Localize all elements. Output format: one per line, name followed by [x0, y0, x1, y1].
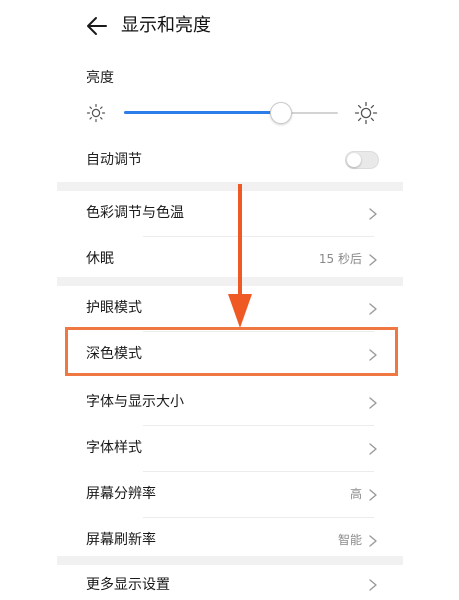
settings-item-label: 色彩调节与色温 — [86, 205, 184, 221]
annotation-arrow-down-icon — [228, 184, 252, 328]
settings-item-font-style[interactable]: 字体样式 — [57, 426, 403, 472]
chevron-right-icon — [369, 303, 377, 315]
settings-item-label: 休眠 — [86, 251, 114, 267]
section-gap — [57, 556, 403, 565]
settings-item-more-display[interactable]: 更多显示设置 — [57, 565, 403, 600]
toggle-knob — [347, 153, 361, 167]
chevron-right-icon — [369, 254, 377, 266]
settings-item-value: 15 秒后 — [318, 252, 362, 266]
brightness-label: 亮度 — [86, 70, 114, 86]
chevron-right-icon — [369, 397, 377, 409]
auto-brightness-toggle[interactable] — [345, 151, 379, 169]
chevron-right-icon — [369, 579, 377, 591]
auto-brightness-label: 自动调节 — [86, 152, 142, 168]
settings-item-label: 字体与显示大小 — [86, 394, 184, 410]
chevron-right-icon — [369, 535, 377, 547]
settings-item-label: 更多显示设置 — [86, 577, 170, 593]
page-title: 显示和亮度 — [121, 15, 211, 36]
chevron-right-icon — [369, 208, 377, 220]
arrow-left-icon — [87, 17, 107, 35]
highlight-box — [65, 327, 398, 376]
settings-item-label: 屏幕分辨率 — [86, 486, 156, 502]
back-button[interactable] — [84, 13, 110, 39]
settings-item-label: 字体样式 — [86, 440, 142, 456]
settings-item-label: 屏幕刷新率 — [86, 532, 156, 548]
slider-fill — [124, 111, 280, 114]
settings-item-font-display-size[interactable]: 字体与显示大小 — [57, 380, 403, 426]
brightness-low-icon — [86, 103, 106, 123]
brightness-slider[interactable] — [124, 102, 338, 124]
settings-item-value: 高 — [349, 487, 362, 501]
chevron-right-icon — [369, 489, 377, 501]
brightness-high-icon — [354, 101, 378, 125]
chevron-right-icon — [369, 443, 377, 455]
settings-item-screen-resolution[interactable]: 屏幕分辨率 高 — [57, 472, 403, 518]
settings-item-value: 智能 — [337, 533, 362, 547]
settings-item-label: 护眼模式 — [86, 300, 142, 316]
header: 显示和亮度 — [0, 0, 459, 52]
slider-thumb[interactable] — [269, 102, 292, 124]
